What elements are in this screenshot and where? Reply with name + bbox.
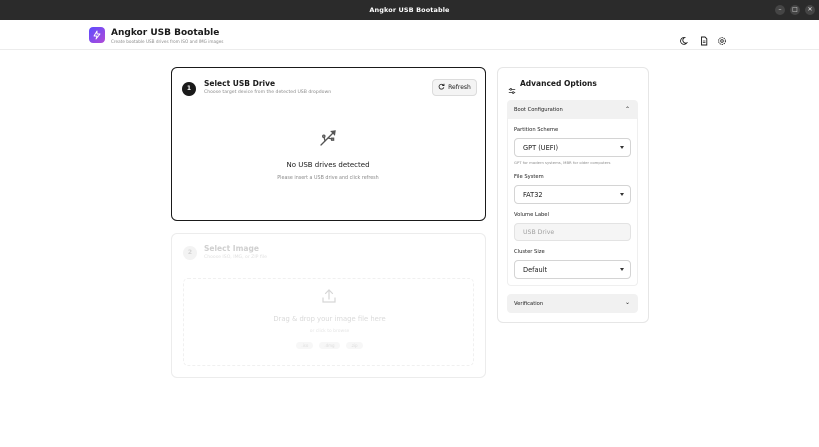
extension-chip: .zip — [345, 342, 363, 349]
card-subtitle: Choose ISO, IMG, or ZIP file — [204, 255, 267, 260]
usb-icon — [318, 128, 338, 152]
app-name: Angkor USB Bootable — [111, 28, 220, 38]
card-subtitle: Choose target device from the detected U… — [204, 90, 332, 95]
app-logo-icon — [89, 27, 105, 43]
sliders-icon — [508, 80, 516, 99]
dropzone-subtitle: or click to browse — [309, 329, 350, 334]
select-value: FAT32 — [523, 190, 543, 199]
extension-chip: .dmg — [319, 342, 340, 349]
cluster-size-select[interactable]: Default — [514, 260, 631, 279]
caret-down-icon — [620, 268, 624, 271]
select-usb-card: 1 Select USB Drive Choose target device … — [171, 67, 486, 221]
select-image-card: 2 Select Image Choose ISO, IMG, or ZIP f… — [171, 233, 486, 378]
window-title: Angkor USB Bootable — [369, 6, 450, 14]
volume-label-input[interactable]: USB Drive — [514, 223, 631, 241]
advanced-options-title: Advanced Options — [520, 79, 597, 88]
verification-section[interactable]: Verification ⌄ — [507, 294, 638, 313]
card-title: Select Image — [204, 244, 259, 253]
close-icon[interactable]: ✕ — [805, 5, 815, 15]
card-title: Select USB Drive — [204, 79, 276, 88]
dropzone-title: Drag & drop your image file here — [273, 315, 386, 323]
partition-scheme-select[interactable]: GPT (UEFI) — [514, 138, 631, 157]
moon-icon[interactable] — [680, 31, 690, 45]
chevron-up-icon: ⌃ — [624, 106, 630, 113]
advanced-options-panel: Advanced Options Boot Configuration ⌃ Pa… — [497, 67, 649, 323]
empty-state-title: No USB drives detected — [286, 161, 370, 169]
caret-down-icon — [620, 193, 624, 196]
empty-state-subtitle: Please insert a USB drive and click refr… — [277, 176, 379, 181]
cluster-size-label: Cluster Size — [514, 249, 545, 255]
select-value: Default — [523, 265, 548, 274]
maximize-icon[interactable]: □ — [790, 5, 800, 15]
refresh-label: Refresh — [448, 84, 471, 91]
extension-chip: .iso — [296, 342, 314, 349]
extension-chips: .iso .dmg .zip — [184, 342, 475, 349]
image-dropzone[interactable]: Drag & drop your image file here or clic… — [183, 278, 474, 366]
settings-icon[interactable] — [717, 31, 727, 45]
minimize-icon[interactable]: – — [775, 5, 785, 15]
caret-down-icon — [620, 146, 624, 149]
volume-label-label: Volume Label — [514, 212, 549, 218]
step-number: 1 — [182, 82, 196, 96]
refresh-button[interactable]: Refresh — [432, 79, 477, 96]
refresh-icon — [438, 83, 445, 92]
section-title: Boot Configuration — [514, 106, 563, 113]
step-number: 2 — [183, 246, 197, 260]
app-subtitle: Create bootable USB drives from ISO and … — [111, 39, 224, 44]
input-placeholder: USB Drive — [523, 228, 555, 236]
window-controls: – □ ✕ — [775, 5, 815, 15]
upload-icon — [320, 287, 338, 309]
partition-scheme-help: GPT for modern systems, MBR for older co… — [514, 160, 611, 165]
file-system-select[interactable]: FAT32 — [514, 185, 631, 204]
boot-configuration-section[interactable]: Boot Configuration ⌃ — [507, 100, 638, 119]
partition-scheme-label: Partition Scheme — [514, 127, 559, 133]
document-icon[interactable] — [699, 31, 709, 46]
chevron-down-icon: ⌄ — [624, 299, 630, 306]
section-title: Verification — [514, 300, 544, 307]
select-value: GPT (UEFI) — [523, 143, 559, 152]
file-system-label: File System — [514, 174, 544, 180]
window-titlebar: Angkor USB Bootable – □ ✕ — [0, 0, 819, 20]
